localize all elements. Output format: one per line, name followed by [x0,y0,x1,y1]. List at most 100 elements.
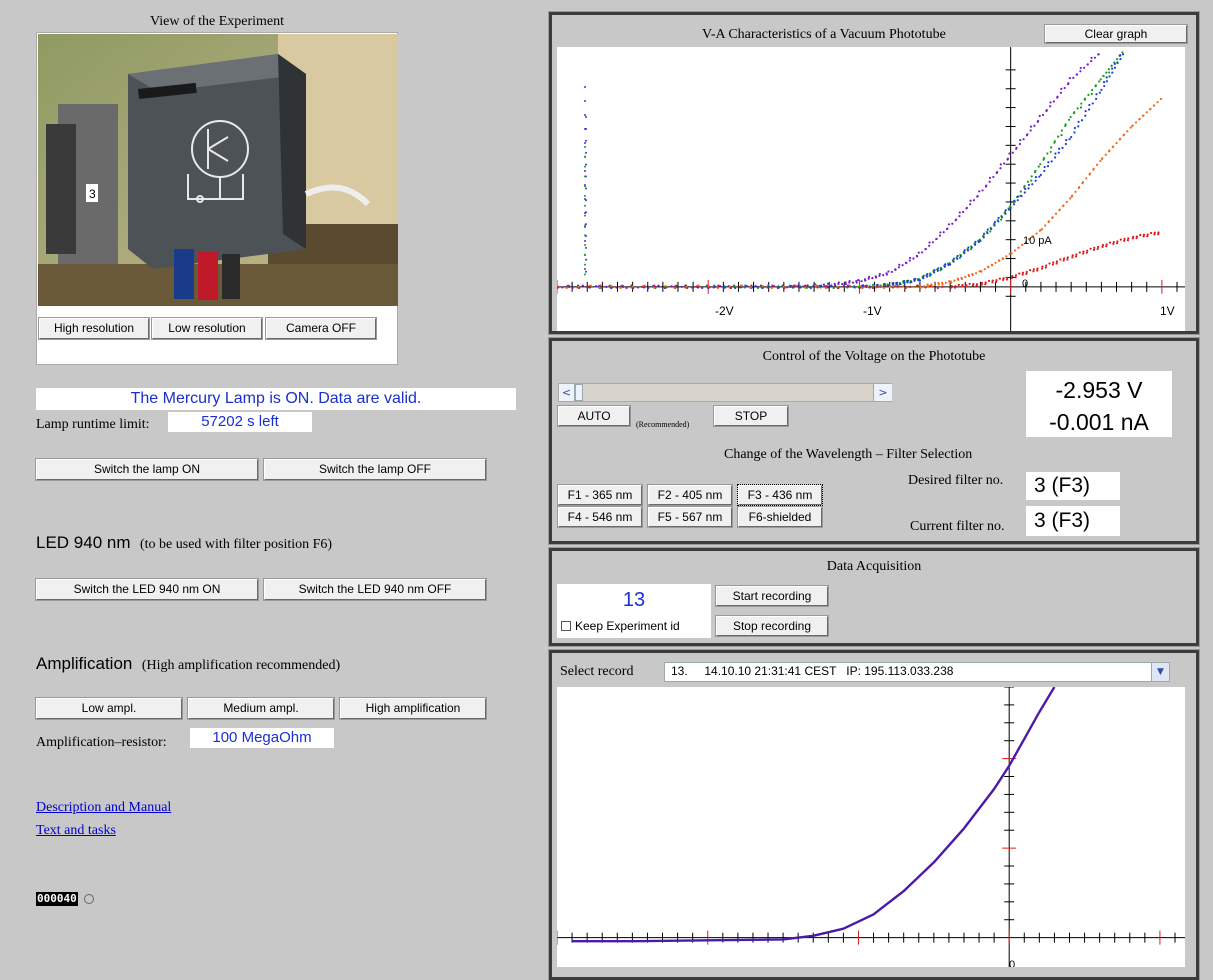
va-data-point [1021,271,1025,274]
low-ampl-button[interactable]: Low ampl. [35,697,183,720]
low-resolution-button[interactable]: Low resolution [151,317,263,340]
record-panel: Select record 13. 14.10.10 21:31:41 CEST… [548,649,1200,980]
keep-id-checkbox[interactable] [561,621,571,631]
va-data-point [880,285,883,288]
led-on-button[interactable]: Switch the LED 940 nm ON [35,578,259,601]
va-data-point [857,278,860,282]
record-select[interactable]: 13. 14.10.10 21:31:41 CEST IP: 195.113.0… [664,662,1170,682]
va-data-point [1071,254,1074,257]
va-data-point [1076,107,1079,110]
va-data-point [1023,191,1026,194]
high-resolution-button[interactable]: High resolution [38,317,150,340]
va-data-point [1003,162,1006,165]
va-data-point [1110,64,1113,67]
va-data-point [1123,237,1126,241]
filter-f5-button[interactable]: F5 - 567 nm [647,506,733,528]
lamp-status: The Mercury Lamp is ON. Data are valid. [36,388,516,410]
va-data-point [943,265,946,268]
led-off-button[interactable]: Switch the LED 940 nm OFF [263,578,487,601]
va-data-point [985,184,988,187]
chevron-down-icon[interactable]: ▼ [1151,663,1169,681]
slider-left-arrow-icon[interactable]: < [559,384,575,401]
medium-ampl-button[interactable]: Medium ampl. [187,697,335,720]
va-data-point [997,220,1000,223]
va-data-point [871,286,875,290]
filter-f2-button[interactable]: F2 - 405 nm [647,484,733,506]
va-data-point [723,286,727,289]
va-data-point [978,190,981,193]
lamp-off-button[interactable]: Switch the lamp OFF [263,458,487,481]
va-data-point [841,282,844,286]
va-data-point [1054,212,1058,215]
va-data-point [1096,245,1100,249]
va-data-point [969,199,972,202]
va-data-point [1029,125,1033,128]
va-data-point [1044,266,1047,269]
va-data-point [869,286,872,289]
record-curve [572,687,1056,943]
va-data-point [888,285,891,288]
va-data-point [1135,235,1139,238]
va-data-point [956,257,959,260]
va-data-point [1082,250,1085,253]
va-data-point [1018,272,1021,275]
va-data-point [1064,142,1067,146]
va-data-point [1142,233,1146,236]
voltage-slider[interactable]: < > [558,383,892,402]
start-recording-button[interactable]: Start recording [715,585,829,607]
va-data-point [910,281,913,284]
filter-f6-button[interactable]: F6-shielded [737,506,823,528]
va-data-point [1041,267,1044,270]
high-amplification-button[interactable]: High amplification [339,697,487,720]
va-data-point [988,180,991,183]
desired-filter-value: 3 (F3) [1026,472,1120,500]
va-data-point [1049,105,1052,108]
va-data-point [944,263,947,266]
va-data-point [848,284,851,287]
va-data-point [1049,150,1052,154]
va-data-point [964,275,967,279]
va-data-point [1004,212,1007,215]
va-data-point [785,286,789,289]
description-manual-link[interactable]: Description and Manual [36,800,171,816]
va-data-point [1056,95,1059,98]
va-data-point [970,246,973,249]
va-data-point [961,283,964,287]
auto-button[interactable]: AUTO [557,405,631,427]
va-data-point [936,269,939,272]
va-data-point [1153,104,1156,107]
slider-right-arrow-icon[interactable]: > [873,384,892,401]
va-data-point [846,285,849,288]
filter-f4-button[interactable]: F4 - 546 nm [557,506,643,528]
va-data-point [898,263,901,266]
va-data-point [1041,265,1044,268]
va-data-point [953,279,956,282]
slider-thumb[interactable] [575,384,583,401]
filter-f3-button[interactable]: F3 - 436 nm [737,484,823,506]
va-data-point [987,279,991,283]
desired-filter-label: Desired filter no. [908,473,1004,488]
va-data-point [792,285,795,288]
va-data-point [967,274,971,278]
voltage-control-panel: Control of the Voltage on the Phototube … [548,337,1200,545]
stop-button[interactable]: STOP [713,405,789,427]
va-data-point [1068,138,1071,141]
va-data-point [990,227,993,231]
text-tasks-link[interactable]: Text and tasks [36,823,116,839]
camera-off-button[interactable]: Camera OFF [265,317,377,340]
va-data-point [1046,165,1050,168]
va-data-point [833,284,837,287]
va-data-point [963,252,966,255]
va-data-point [967,246,970,249]
va-data-point [1159,97,1163,101]
filter-f1-button[interactable]: F1 - 365 nm [557,484,643,506]
va-data-point [744,284,747,287]
va-data-point [919,286,922,289]
stop-recording-button[interactable]: Stop recording [715,615,829,637]
led-heading-row: LED 940 nm (to be used with filter posit… [36,533,332,553]
clear-graph-button[interactable]: Clear graph [1044,24,1188,44]
va-start-trace-point [584,86,586,88]
va-data-point [896,281,899,284]
va-data-point [561,286,564,289]
lamp-on-button[interactable]: Switch the lamp ON [35,458,259,481]
